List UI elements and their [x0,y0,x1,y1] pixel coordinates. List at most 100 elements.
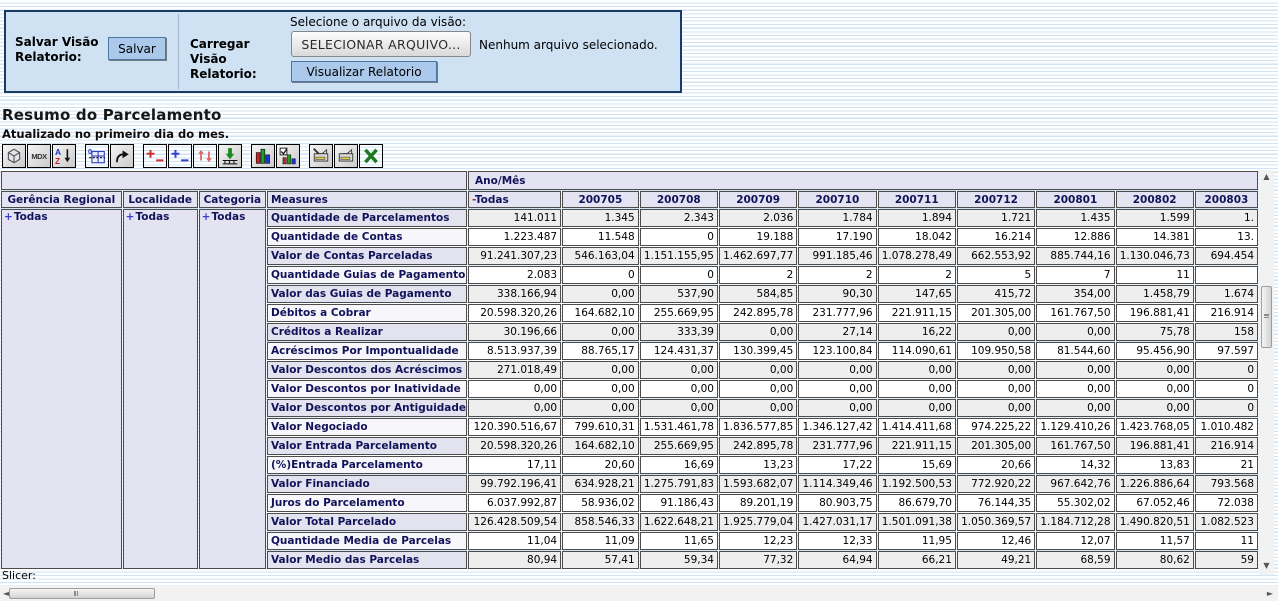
column-header: 200712 [957,191,1035,208]
value-cell: 20.598.320,26 [468,437,561,455]
value-cell: 89.201,19 [719,494,797,512]
show-properties-button[interactable] [143,144,167,168]
value-cell: 20,66 [957,456,1035,474]
swap-axes-button[interactable] [110,144,134,168]
value-cell: 0,00 [468,380,561,398]
value-cell: 27,14 [798,323,876,341]
select-file-button[interactable]: SELECIONAR ARQUIVO... [291,31,471,57]
value-cell: 16,69 [640,456,718,474]
value-cell: 885.744,16 [1036,247,1114,265]
expand-icon[interactable]: + [126,211,135,223]
print-pdf-button[interactable] [334,144,358,168]
vertical-scrollbar-thumb[interactable] [1261,286,1272,348]
row-member-todas[interactable]: +Todas [123,209,198,569]
expand-icon[interactable]: + [202,211,211,223]
load-view-label: Carregar Visão Relatorio: [190,37,285,82]
horizontal-scrollbar-thumb[interactable] [9,588,155,599]
value-cell: 12.886 [1036,228,1114,246]
svg-text:0: 0 [88,147,92,156]
value-cell: 11.548 [562,228,639,246]
report-view-panel: Salvar Visão Relatorio: Salvar Carregar … [4,10,682,93]
pivot-toolbar: MDXAZ 0 [2,144,384,168]
file-select-hint: Selecione o arquivo da visão: [290,15,466,29]
value-cell: 11,09 [562,532,639,550]
measure-label: Valor Descontos dos Acréscimos [267,361,467,379]
view-report-button[interactable]: Visualizar Relatorio [291,61,437,82]
column-header: 200802 [1116,191,1194,208]
show-chart-button[interactable] [251,144,275,168]
value-cell: 0,00 [1116,380,1194,398]
value-cell: 1.721 [957,209,1035,227]
vertical-scrollbar[interactable]: ▲ ▼ [1259,170,1274,575]
expand-icon[interactable]: + [4,211,13,223]
mdx-icon: MDX [30,147,48,165]
value-cell: 0 [1195,380,1258,398]
value-cell: 242.895,78 [719,304,797,322]
value-cell: 584,85 [719,285,797,303]
drill-position-button[interactable] [193,144,217,168]
mdx-editor-button[interactable]: MDX [27,144,51,168]
value-cell: 0,00 [957,361,1035,379]
value-cell: 1.345 [562,209,639,227]
value-cell: 216.914 [1195,437,1258,455]
export-excel-button[interactable] [359,144,383,168]
horizontal-scrollbar[interactable]: ◄ ► [0,586,1278,601]
olap-navigator-button[interactable] [2,144,26,168]
value-cell: 858.546,33 [562,513,639,531]
value-cell: 1.490.820,51 [1116,513,1194,531]
row-member-todas[interactable]: +Todas [1,209,122,569]
value-cell: 76.144,35 [957,494,1035,512]
value-cell: 0,00 [640,399,718,417]
save-button[interactable]: Salvar [108,37,166,60]
value-cell: 99.792.196,41 [468,475,561,493]
measure-label: Valor de Contas Parceladas [267,247,467,265]
chart-config-button[interactable] [276,144,300,168]
value-cell: 72.038 [1195,494,1258,512]
row-member-todas[interactable]: +Todas [199,209,266,569]
measure-label: Acréscimos Por Impontualidade [267,342,467,360]
sort-settings-button[interactable]: AZ [52,144,76,168]
value-cell: 57,41 [562,551,639,569]
value-cell: 1.462.697,77 [719,247,797,265]
value-cell: 0,00 [562,285,639,303]
value-cell: 81.544,60 [1036,342,1114,360]
value-cell: 231.777,96 [798,437,876,455]
axis-row: Ano/Mês [1,171,1258,190]
value-cell: 12,46 [957,532,1035,550]
scroll-up-icon[interactable]: ▲ [1259,170,1274,184]
scroll-down-icon[interactable]: ▼ [1259,559,1274,573]
column-header: 200711 [878,191,956,208]
value-cell: 11 [1195,532,1258,550]
value-cell: 1.151.155,95 [640,247,718,265]
value-cell: 0,00 [1036,361,1114,379]
measure-label: Quantidade de Parcelamentos [267,209,467,227]
value-cell: 11 [1116,266,1194,284]
value-cell: 2.083 [468,266,561,284]
value-cell: 124.431,37 [640,342,718,360]
value-cell: 147,65 [878,285,956,303]
value-cell: 20,60 [562,456,639,474]
print-config-button[interactable] [309,144,333,168]
value-cell: 242.895,78 [719,437,797,455]
value-cell: 17,22 [798,456,876,474]
value-cell: 30.196,66 [468,323,561,341]
value-cell: 1.130.046,73 [1116,247,1194,265]
value-cell: 201.305,00 [957,437,1035,455]
scroll-right-icon[interactable]: ► [1264,586,1276,601]
drill-through-button[interactable] [218,144,242,168]
value-cell: 13,83 [1116,456,1194,474]
collapse-icon[interactable]: - [472,194,475,206]
value-cell: 14.381 [1116,228,1194,246]
column-header[interactable]: -Todas [468,191,561,208]
print-config-icon [312,147,330,165]
value-cell: 2 [878,266,956,284]
excel-icon [362,147,380,165]
pivot-table: Ano/Mês Gerência Regional Localidade Cat… [0,170,1259,570]
column-header: 200708 [640,191,718,208]
value-cell: 0 [640,228,718,246]
show-parent-members-button[interactable]: 0 [85,144,109,168]
column-header: 200705 [562,191,639,208]
panel-divider [178,14,179,89]
suppress-empty-button[interactable] [168,144,192,168]
value-cell: 0,00 [562,361,639,379]
